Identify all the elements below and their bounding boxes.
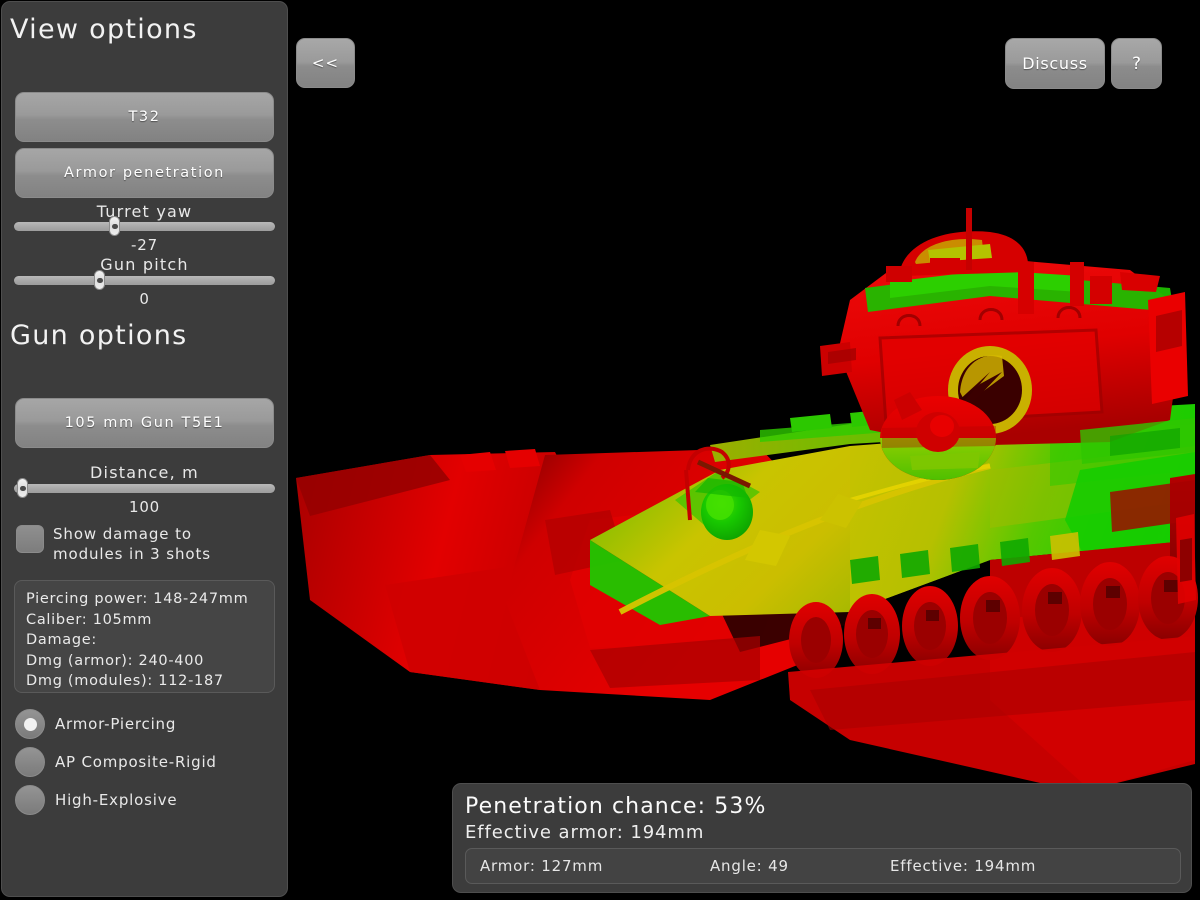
view-options-title: View options <box>10 14 198 45</box>
gun-options-title: Gun options <box>10 320 188 351</box>
radio-icon-high-explosive[interactable] <box>15 785 45 815</box>
shell-type-armor-piercing[interactable]: Armor-Piercing <box>15 707 277 741</box>
damage-text: Damage: <box>26 632 97 648</box>
turret-yaw-value: -27 <box>131 236 158 254</box>
penetration-chance-text: Penetration chance: 53% <box>465 794 767 819</box>
antenna <box>966 208 972 270</box>
options-sidebar: View options T32 Armor penetration Turre… <box>1 1 288 897</box>
gun-pitch-handle[interactable] <box>94 270 105 290</box>
gun-select-button[interactable]: 105 mm Gun T5E1 <box>15 398 274 448</box>
show-module-damage-checkbox[interactable] <box>16 525 44 553</box>
show-module-damage-label: Show damage to modules in 3 shots <box>53 525 211 563</box>
shell-type-ap-composite-rigid[interactable]: AP Composite-Rigid <box>15 745 277 779</box>
discuss-button[interactable]: Discuss <box>1005 38 1105 89</box>
armor-detail-box: Armor: 127mm Angle: 49 Effective: 194mm <box>465 848 1181 884</box>
gun-pitch-label: Gun pitch <box>100 255 189 274</box>
turret-yaw-slider[interactable] <box>14 216 275 236</box>
dmg-armor-text: Dmg (armor): 240-400 <box>26 652 205 669</box>
shell-type-label-2: High-Explosive <box>55 791 178 809</box>
radio-icon-ap-composite-rigid[interactable] <box>15 747 45 777</box>
turret-yaw-label: Turret yaw <box>96 202 193 221</box>
dmg-modules-text: Dmg (modules): 112-187 <box>26 673 224 689</box>
back-button[interactable]: << <box>296 38 355 88</box>
help-button[interactable]: ? <box>1111 38 1162 89</box>
shell-type-label-0: Armor-Piercing <box>55 715 177 733</box>
armor-thickness-value: Armor: 127mm <box>480 857 604 875</box>
distance-handle[interactable] <box>16 478 28 498</box>
shell-type-label-1: AP Composite-Rigid <box>55 753 217 771</box>
penetration-result-panel: Penetration chance: 53% Effective armor:… <box>452 783 1192 893</box>
tank-3d-model[interactable] <box>290 0 1200 900</box>
gun-pitch-slider[interactable] <box>14 270 275 290</box>
radio-icon-armor-piercing[interactable] <box>15 709 45 739</box>
effective-thickness-value: Effective: 194mm <box>890 857 1037 875</box>
distance-slider[interactable] <box>14 478 275 498</box>
shell-info-box: Piercing power: 148-247mm Caliber: 105mm… <box>14 580 275 693</box>
show-module-damage-checkbox-row[interactable]: Show damage to modules in 3 shots <box>16 524 278 564</box>
armor-inspector-app: << Discuss ? View options T32 Armor pene… <box>0 0 1200 900</box>
turret-yaw-handle[interactable] <box>109 216 120 236</box>
tank-select-button[interactable]: T32 <box>15 92 274 142</box>
impact-angle-value: Angle: 49 <box>710 857 789 875</box>
caliber-text: Caliber: 105mm <box>26 611 153 628</box>
shell-type-high-explosive[interactable]: High-Explosive <box>15 783 277 817</box>
distance-value: 100 <box>128 498 161 516</box>
model-viewport[interactable] <box>290 0 1200 900</box>
gun-pitch-value: 0 <box>139 290 150 308</box>
piercing-power-text: Piercing power: 148-247mm <box>26 591 249 607</box>
distance-label: Distance, m <box>90 463 199 482</box>
effective-armor-text: Effective armor: 194mm <box>465 822 705 843</box>
view-mode-button[interactable]: Armor penetration <box>15 148 274 198</box>
